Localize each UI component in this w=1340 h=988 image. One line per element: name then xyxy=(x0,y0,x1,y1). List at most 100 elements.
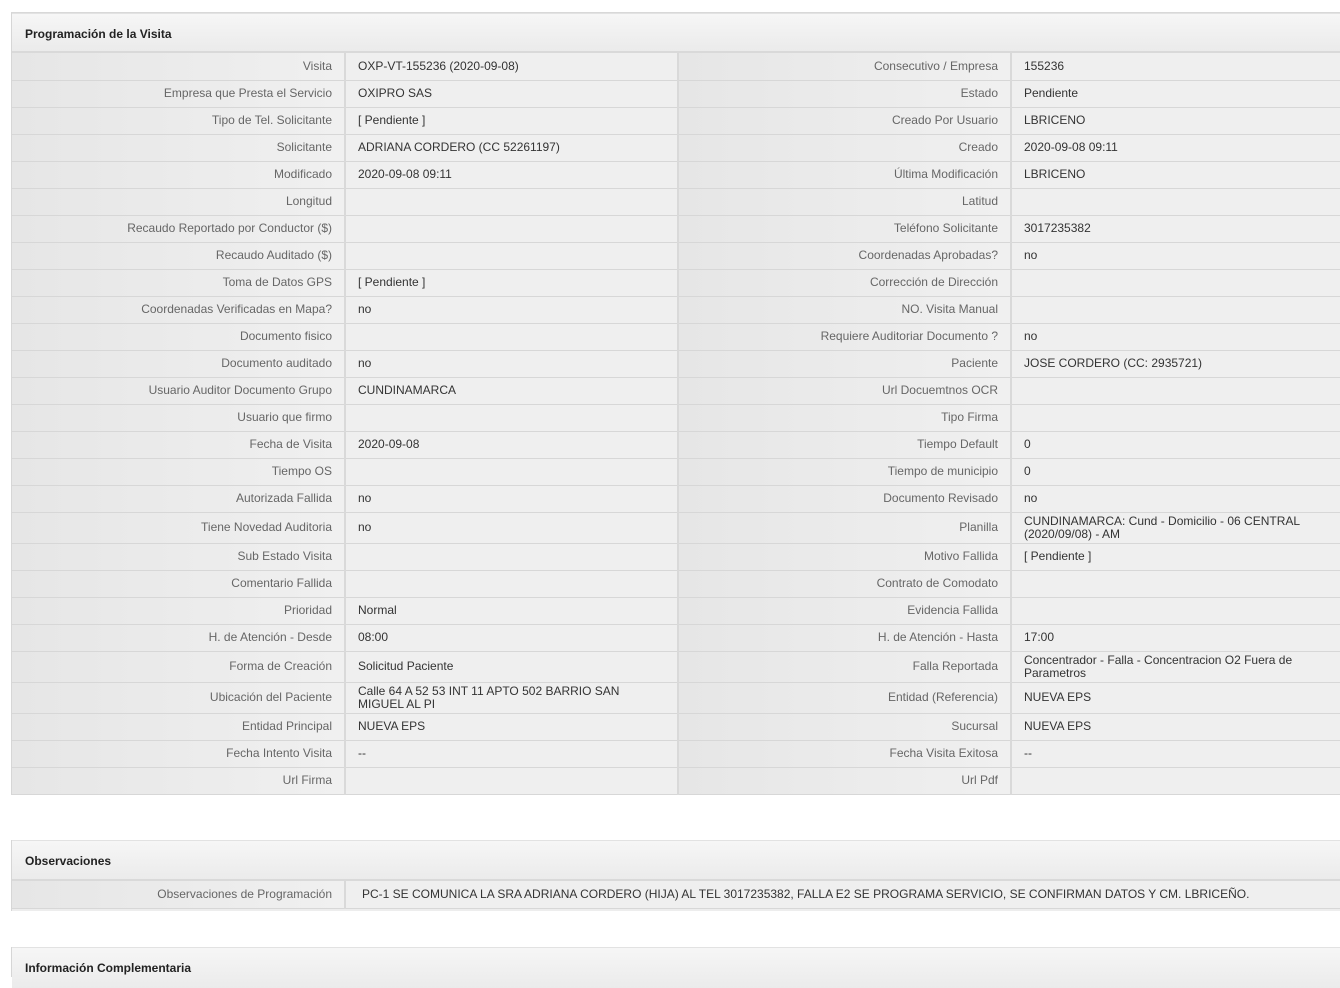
table-row: Recaudo Reportado por Conductor ($) Teléf… xyxy=(12,215,1340,243)
field-value: NUEVA EPS xyxy=(344,713,679,741)
observaciones-panel: Observaciones Observaciones de Programac… xyxy=(11,840,1340,911)
field-label: Tiempo OS xyxy=(12,458,345,486)
field-label: Tiempo Default xyxy=(678,431,1011,459)
field-label: Entidad (Referencia) xyxy=(678,682,1011,714)
field-value: -- xyxy=(344,740,679,768)
field-label: Visita xyxy=(12,53,345,81)
table-row: Modificado 2020-09-08 09:11 Última Modific… xyxy=(12,161,1340,189)
field-label: Documento auditado xyxy=(12,350,345,378)
field-value: Normal xyxy=(344,597,679,625)
field-label: Tiempo de municipio xyxy=(678,458,1011,486)
field-label: Tipo Firma xyxy=(678,404,1011,432)
table-row: Ubicación del Paciente Calle 64 A 52 53 I… xyxy=(12,682,1340,714)
field-label: Url Pdf xyxy=(678,767,1011,795)
programacion-header: Programación de la Visita xyxy=(12,13,1340,53)
table-row: Longitud Latitud xyxy=(12,188,1340,216)
field-label: Solicitante xyxy=(12,134,345,162)
field-label: Fecha de Visita xyxy=(12,431,345,459)
field-label: Evidencia Fallida xyxy=(678,597,1011,625)
field-value: [ Pendiente ] xyxy=(344,269,679,297)
field-label: Ubicación del Paciente xyxy=(12,682,345,714)
field-label: Forma de Creación xyxy=(12,651,345,683)
field-value xyxy=(344,242,679,270)
field-value: [ Pendiente ] xyxy=(1010,543,1340,571)
field-value xyxy=(344,188,679,216)
field-label: Falla Reportada xyxy=(678,651,1011,683)
table-row: Documento auditado no Paciente JOSE CORDER… xyxy=(12,350,1340,378)
field-value: 17:00 xyxy=(1010,624,1340,652)
table-row: Url Firma Url Pdf xyxy=(12,767,1340,795)
field-label: Recaudo Auditado ($) xyxy=(12,242,345,270)
field-label: Recaudo Reportado por Conductor ($) xyxy=(12,215,345,243)
field-label: Corrección de Dirección xyxy=(678,269,1011,297)
table-row: Tipo de Tel. Solicitante[ Pendiente ] Cre… xyxy=(12,107,1340,135)
field-label: NO. Visita Manual xyxy=(678,296,1011,324)
table-row: Solicitante ADRIANA CORDERO (CC 52261197)… xyxy=(12,134,1340,162)
field-value: no xyxy=(344,296,679,324)
table-row: Entidad Principal NUEVA EPS Sucursal NUEVA … xyxy=(12,713,1340,741)
field-label: Latitud xyxy=(678,188,1011,216)
table-row: Usuario que firmo Tipo Firma xyxy=(12,404,1340,432)
field-value: 2020-09-08 09:11 xyxy=(1010,134,1340,162)
field-label: Última Modificación xyxy=(678,161,1011,189)
field-value xyxy=(1010,296,1340,324)
field-value: NUEVA EPS xyxy=(1010,682,1340,714)
field-label: Creado xyxy=(678,134,1011,162)
table-row: Coordenadas Verificadas en Mapa? no NO. V… xyxy=(12,296,1340,324)
field-label: Entidad Principal xyxy=(12,713,345,741)
field-value xyxy=(1010,188,1340,216)
field-value xyxy=(344,215,679,243)
table-row: Prioridad Normal Evidencia Fallida xyxy=(12,597,1340,625)
field-label: Creado Por Usuario xyxy=(678,107,1011,135)
field-value xyxy=(344,323,679,351)
table-row: Autorizada Fallida no Documento Revisado … xyxy=(12,485,1340,513)
field-label: Paciente xyxy=(678,350,1011,378)
field-label: Url Firma xyxy=(12,767,345,795)
table-row: Documento fisico Requiere Auditoriar Docu… xyxy=(12,323,1340,351)
field-value xyxy=(1010,767,1340,795)
field-label: Usuario que firmo xyxy=(12,404,345,432)
field-value: no xyxy=(344,512,679,544)
field-value: Pendiente xyxy=(1010,80,1340,108)
field-value xyxy=(344,543,679,571)
table-row: Fecha de Visita 2020-09-08 Tiempo Default… xyxy=(12,431,1340,459)
field-value: LBRICENO xyxy=(1010,107,1340,135)
field-label: Requiere Auditoriar Documento ? xyxy=(678,323,1011,351)
field-value xyxy=(344,458,679,486)
field-value: 0 xyxy=(1010,458,1340,486)
field-value xyxy=(344,404,679,432)
field-label: Observaciones de Programación xyxy=(12,881,345,909)
field-value: no xyxy=(1010,323,1340,351)
field-label: Tiene Novedad Auditoria xyxy=(12,512,345,544)
field-value xyxy=(1010,269,1340,297)
field-value: -- xyxy=(1010,740,1340,768)
field-label: Comentario Fallida xyxy=(12,570,345,598)
table-row: Empresa que Presta el Servicio OXIPRO SAS… xyxy=(12,80,1340,108)
table-row: Usuario Auditor Documento Grupo CUNDINAMA… xyxy=(12,377,1340,405)
field-value: OXIPRO SAS xyxy=(344,80,679,108)
field-value: 2020-09-08 09:11 xyxy=(344,161,679,189)
field-label: Prioridad xyxy=(12,597,345,625)
visit-details-table: Visita OXP-VT-155236 (2020-09-08) Consecut… xyxy=(12,53,1340,795)
field-value: NUEVA EPS xyxy=(1010,713,1340,741)
table-row: H. de Atención - Desde 08:00 H. de Atenció… xyxy=(12,624,1340,652)
field-value: Concentrador - Falla - Concentracion O2 … xyxy=(1010,651,1340,683)
complementaria-header: Información Complementaria xyxy=(12,947,1340,988)
field-value: no xyxy=(344,350,679,378)
field-label: Sucursal xyxy=(678,713,1011,741)
field-value: [ Pendiente ] xyxy=(344,107,679,135)
field-value: JOSE CORDERO (CC: 2935721) xyxy=(1010,350,1340,378)
field-label: Estado xyxy=(678,80,1011,108)
programacion-panel: Programación de la Visita Visita OXP-VT-1… xyxy=(11,13,1340,795)
table-row: Recaudo Auditado ($) Coordenadas Aprobada… xyxy=(12,242,1340,270)
field-value: Solicitud Paciente xyxy=(344,651,679,683)
field-value: ADRIANA CORDERO (CC 52261197) xyxy=(344,134,679,162)
table-row: Comentario Fallida Contrato de Comodato xyxy=(12,570,1340,598)
table-row: Observaciones de Programación PC-1 SE CO… xyxy=(12,881,1340,909)
field-value: 08:00 xyxy=(344,624,679,652)
field-label: Sub Estado Visita xyxy=(12,543,345,571)
field-value: CUNDINAMARCA xyxy=(344,377,679,405)
field-value: CUNDINAMARCA: Cund - Domicilio - 06 CENT… xyxy=(1010,512,1340,544)
field-value: Calle 64 A 52 53 INT 11 APTO 502 BARRIO … xyxy=(344,682,679,714)
field-value: no xyxy=(344,485,679,513)
